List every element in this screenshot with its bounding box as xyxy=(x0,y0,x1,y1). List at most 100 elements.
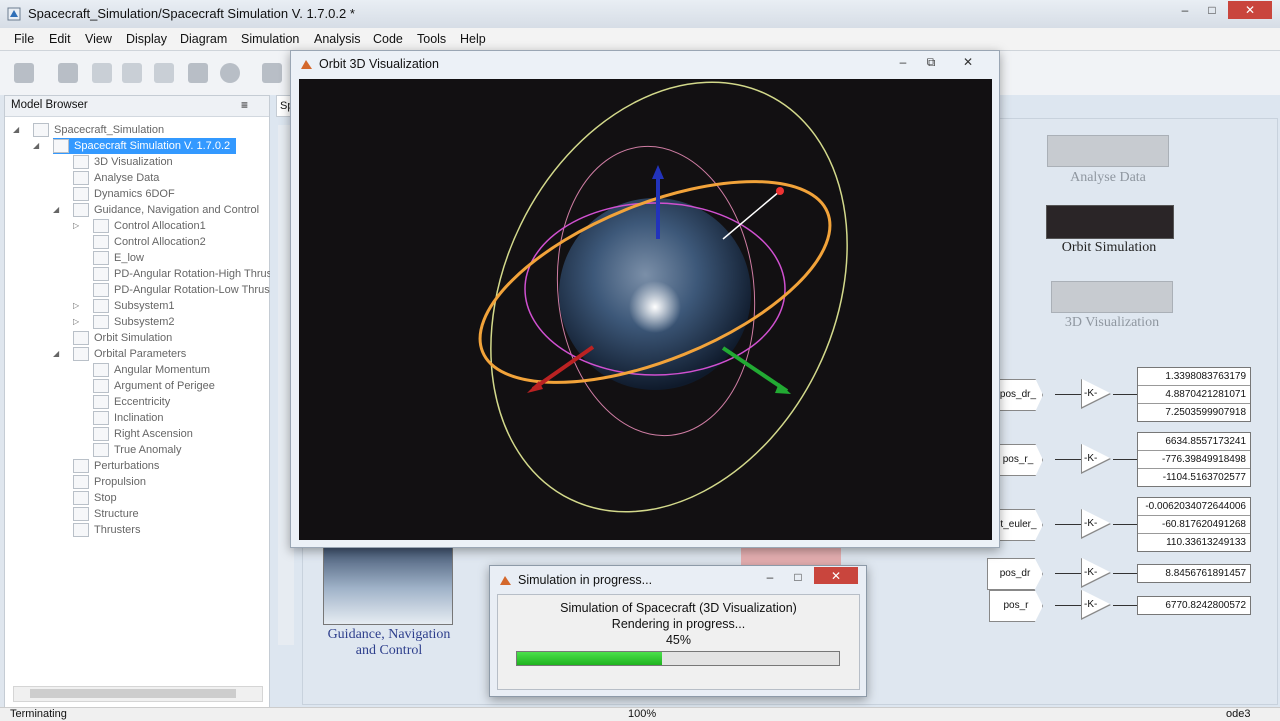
tree-node[interactable]: E_low xyxy=(93,250,144,266)
up-arrow-icon[interactable] xyxy=(154,63,174,83)
panel-menu-icon[interactable]: ≡ xyxy=(241,98,248,112)
minimize-button[interactable]: – xyxy=(1170,1,1200,19)
display-block[interactable]: 1.3398083763179 4.8870421281071 7.25035999… xyxy=(1137,367,1251,422)
orbit-close-button[interactable]: ✕ xyxy=(953,53,983,71)
status-bar: Terminating 100% ode3 xyxy=(0,707,1280,721)
tree-node[interactable]: Orbit Simulation xyxy=(73,330,172,346)
new-model-icon[interactable] xyxy=(14,63,34,83)
orbit-scene xyxy=(478,81,848,513)
tree-node-label: Thrusters xyxy=(94,524,141,536)
model-explorer-icon[interactable] xyxy=(262,63,282,83)
gear-icon[interactable] xyxy=(220,63,240,83)
display-block[interactable]: 8.8456761891457 xyxy=(1137,564,1251,583)
orbit-simulation-block[interactable] xyxy=(1046,205,1174,239)
expand-icon[interactable]: ▷ xyxy=(73,314,79,330)
expand-icon[interactable]: ▷ xyxy=(73,218,79,234)
inport-block[interactable]: pos_r xyxy=(989,590,1043,622)
orbit-3d-view[interactable] xyxy=(299,79,992,540)
tree-node[interactable]: Angular Momentum xyxy=(93,362,210,378)
collapse-icon[interactable]: ◢ xyxy=(53,346,59,362)
save-icon[interactable] xyxy=(58,63,78,83)
model-browser-header: Model Browser ≡ xyxy=(5,96,269,117)
back-arrow-icon[interactable] xyxy=(92,63,112,83)
menu-code[interactable]: Code xyxy=(373,32,403,46)
collapse-icon[interactable]: ◢ xyxy=(33,138,39,154)
display-value: 110.33613249133 xyxy=(1166,537,1246,548)
tree-node[interactable]: Structure xyxy=(73,506,139,522)
menu-display[interactable]: Display xyxy=(126,32,167,46)
menu-simulation[interactable]: Simulation xyxy=(241,32,299,46)
tree-node[interactable]: Perturbations xyxy=(73,458,159,474)
scrollbar-thumb[interactable] xyxy=(30,689,236,698)
menu-help[interactable]: Help xyxy=(460,32,486,46)
collapse-icon[interactable]: ◢ xyxy=(13,122,19,138)
progress-maximize-button[interactable]: □ xyxy=(786,568,810,586)
tree-node[interactable]: PD-Angular Rotation-High Thrus xyxy=(93,266,272,282)
subsystem-icon xyxy=(73,187,89,202)
orbit-minimize-button[interactable]: – xyxy=(891,53,915,71)
simulation-progress-dialog: Simulation in progress... – □ ✕ Simulati… xyxy=(489,565,867,697)
maximize-button[interactable]: □ xyxy=(1197,1,1227,19)
progress-minimize-button[interactable]: – xyxy=(758,568,782,586)
tree-node[interactable]: Control Allocation2 xyxy=(93,234,206,250)
forward-arrow-icon[interactable] xyxy=(122,63,142,83)
tree-node[interactable]: Inclination xyxy=(93,410,164,426)
tree-node[interactable]: ◢ Guidance, Navigation and Control xyxy=(53,202,259,218)
tree-node[interactable]: True Anomaly xyxy=(93,442,181,458)
close-button[interactable]: ✕ xyxy=(1228,1,1272,19)
analyse-data-block[interactable] xyxy=(1047,135,1169,167)
orbit-window-title: Orbit 3D Visualization xyxy=(319,57,439,71)
display-block[interactable]: 6634.8557173241 -776.39849918498 -1104.516… xyxy=(1137,432,1251,487)
tree-node[interactable]: Analyse Data xyxy=(73,170,159,186)
tree-node[interactable]: ▷ Subsystem1 xyxy=(73,298,175,314)
subsystem-icon xyxy=(93,427,109,442)
orbit-restore-button[interactable]: ⧉ xyxy=(919,53,943,71)
subsystem-icon xyxy=(73,491,89,506)
guidance-navigation-control-block[interactable] xyxy=(323,543,453,625)
tree-node[interactable]: Propulsion xyxy=(73,474,146,490)
expand-icon[interactable]: ▷ xyxy=(73,298,79,314)
horizontal-scrollbar[interactable] xyxy=(13,686,263,702)
menu-edit[interactable]: Edit xyxy=(49,32,71,46)
tree-node[interactable]: Thrusters xyxy=(73,522,140,538)
tree-node[interactable]: ◢ Orbital Parameters xyxy=(53,346,186,362)
display-block[interactable]: 6770.8242800572 xyxy=(1137,596,1251,615)
subsystem-icon xyxy=(93,411,109,426)
stop-block[interactable] xyxy=(741,545,841,567)
gain-label: -K- xyxy=(1084,453,1098,464)
menu-file[interactable]: File xyxy=(14,32,34,46)
tree-node[interactable]: 3D Visualization xyxy=(73,154,173,170)
display-block[interactable]: -0.0062034072644006 -60.817620491268 110.3… xyxy=(1137,497,1251,552)
tree-node-label: Argument of Perigee xyxy=(114,380,215,392)
y-axis-arrow xyxy=(721,346,789,393)
tree-node[interactable]: PD-Angular Rotation-Low Thrus xyxy=(93,282,270,298)
menu-diagram[interactable]: Diagram xyxy=(180,32,227,46)
inport-block[interactable]: pos_dr xyxy=(987,558,1043,590)
tree-node[interactable]: Right Ascension xyxy=(93,426,193,442)
tree-node[interactable]: Dynamics 6DOF xyxy=(73,186,175,202)
library-browser-icon[interactable] xyxy=(188,63,208,83)
display-value: -776.39849918498 xyxy=(1138,451,1250,469)
display-value: 7.2503599907918 xyxy=(1165,407,1246,418)
menu-analysis[interactable]: Analysis xyxy=(314,32,361,46)
tree-node[interactable]: Argument of Perigee xyxy=(93,378,215,394)
tree-node-label: PD-Angular Rotation-Low Thrus xyxy=(114,284,270,296)
subsystem-icon xyxy=(73,203,89,218)
3d-visualization-block[interactable] xyxy=(1051,281,1173,313)
inport-block[interactable]: pos_r_ xyxy=(993,444,1043,476)
tree-node[interactable]: Stop xyxy=(73,490,117,506)
tree-node[interactable]: ◢ Spacecraft_Simulation xyxy=(13,122,164,138)
tree-node[interactable]: ◢ Spacecraft Simulation V. 1.7.0.2 xyxy=(33,138,237,154)
progress-content: Simulation of Spacecraft (3D Visualizati… xyxy=(497,594,860,690)
signal-line xyxy=(1055,573,1081,574)
collapse-icon[interactable]: ◢ xyxy=(53,202,59,218)
menu-tools[interactable]: Tools xyxy=(417,32,446,46)
tree-node[interactable]: ▷ Control Allocation1 xyxy=(73,218,206,234)
tree-node[interactable]: ▷ Subsystem2 xyxy=(73,314,175,330)
inport-block[interactable]: pos_dr_ xyxy=(993,379,1043,411)
progress-close-button[interactable]: ✕ xyxy=(814,567,858,584)
signal-line xyxy=(1055,394,1081,395)
menu-view[interactable]: View xyxy=(85,32,112,46)
tree-node-label: PD-Angular Rotation-High Thrus xyxy=(114,268,273,280)
tree-node[interactable]: Eccentricity xyxy=(93,394,170,410)
